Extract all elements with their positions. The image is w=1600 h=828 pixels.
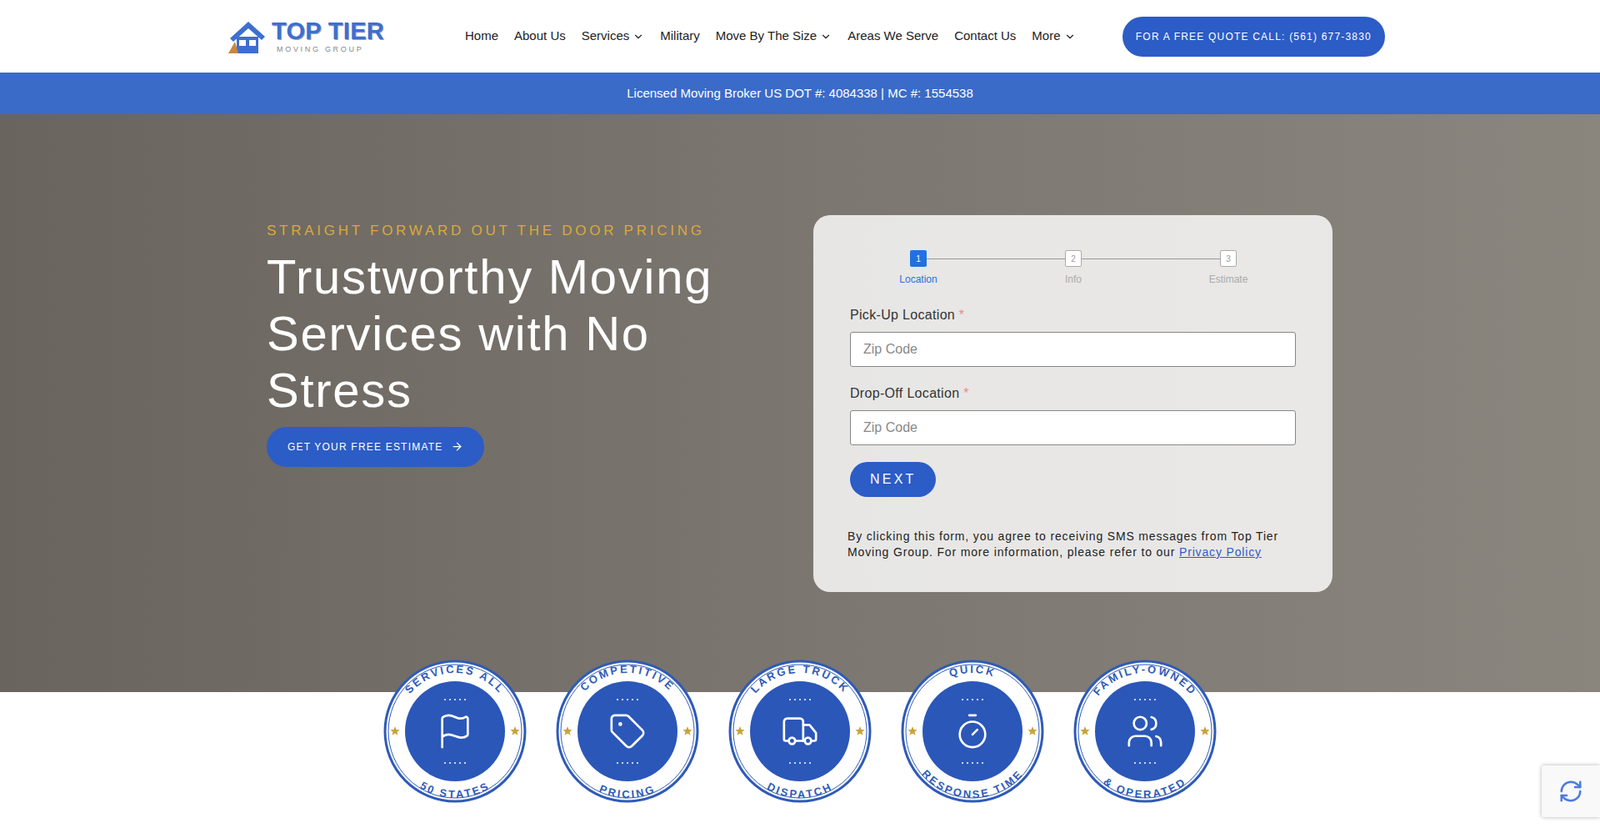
estimate-button[interactable]: GET YOUR FREE ESTIMATE bbox=[266, 426, 485, 467]
svg-text:SERVICES ALL: SERVICES ALL bbox=[402, 662, 508, 696]
logo-name: TOP TIER bbox=[271, 19, 385, 44]
hero-text: STRAIGHT FORWARD OUT THE DOOR PRICING Tru… bbox=[266, 215, 767, 467]
nav-item[interactable]: Home bbox=[465, 26, 499, 46]
nav-item[interactable]: More bbox=[1031, 26, 1075, 46]
form-steps: 1Location2Info3Estimate bbox=[840, 250, 1306, 287]
nav-item[interactable]: Contact Us bbox=[954, 26, 1016, 46]
badge-ring-icon: LARGE TRUCK DISPATCH bbox=[727, 658, 873, 804]
svg-text:COMPETITIVE: COMPETITIVE bbox=[577, 662, 678, 694]
badge-icon bbox=[1125, 711, 1165, 750]
badge-ring-icon: FAMILY-OWNED & OPERATED bbox=[1072, 658, 1218, 804]
hero: STRAIGHT FORWARD OUT THE DOOR PRICING Tru… bbox=[0, 114, 1600, 692]
star-icon bbox=[682, 725, 692, 735]
badge-icon bbox=[953, 711, 992, 750]
form-step: 2Info bbox=[995, 250, 1151, 287]
chevron-down-icon bbox=[820, 30, 832, 43]
main-nav: Home About Us Services Military Move By The … bbox=[465, 26, 1076, 46]
svg-text:RESPONSE TIME: RESPONSE TIME bbox=[919, 766, 1025, 800]
nav-item[interactable]: Move By The Size bbox=[715, 26, 832, 46]
feature-badge: SERVICES ALL 50 STATES bbox=[382, 658, 528, 804]
badge-ring-icon: QUICK RESPONSE TIME bbox=[900, 658, 1045, 804]
hero-heading: Trustworthy Moving Services with No Stre… bbox=[266, 248, 734, 419]
form-field: Drop-Off Location * bbox=[850, 383, 1296, 445]
svg-text:FAMILY-OWNED: FAMILY-OWNED bbox=[1090, 662, 1200, 698]
logo[interactable]: TOP TIERMOVING GROUP bbox=[226, 16, 400, 57]
star-icon bbox=[562, 725, 572, 735]
nav-item[interactable]: Areas We Serve bbox=[847, 26, 939, 46]
chevron-down-icon bbox=[632, 30, 645, 43]
arrow-right-icon bbox=[450, 440, 464, 453]
license-bar: Licensed Moving Broker US DOT #: 4084338… bbox=[0, 72, 1600, 115]
zip-input[interactable] bbox=[850, 410, 1296, 445]
quote-form: 1Location2Info3Estimate Pick-Up Location … bbox=[813, 215, 1333, 592]
feature-badge: COMPETITIVE PRICING bbox=[555, 658, 700, 804]
field-label: Pick-Up Location * bbox=[850, 305, 1296, 325]
zip-input[interactable] bbox=[850, 331, 1296, 367]
star-icon bbox=[1080, 725, 1090, 735]
feature-badges: SERVICES ALL 50 STATES COMPETITIVE PRICING L… bbox=[0, 658, 1600, 827]
next-button[interactable]: NEXT bbox=[850, 461, 936, 497]
star-icon bbox=[1027, 725, 1037, 735]
nav-item[interactable]: Military bbox=[660, 26, 700, 46]
svg-text:& OPERATED: & OPERATED bbox=[1101, 774, 1190, 800]
quote-call-button[interactable]: FOR A FREE QUOTE CALL: (561) 677-3830 bbox=[1122, 16, 1385, 57]
star-icon bbox=[1200, 725, 1210, 735]
badge-ring-icon: SERVICES ALL 50 STATES bbox=[382, 658, 528, 804]
sms-disclaimer: By clicking this form, you agree to rece… bbox=[847, 528, 1296, 560]
svg-text:LARGE TRUCK: LARGE TRUCK bbox=[748, 662, 853, 695]
star-icon bbox=[510, 725, 520, 735]
badge-icon bbox=[608, 711, 647, 750]
form-step: 3Estimate bbox=[1150, 250, 1306, 287]
badge-ring-icon: COMPETITIVE PRICING bbox=[555, 658, 700, 804]
feature-badge: QUICK RESPONSE TIME bbox=[900, 658, 1045, 804]
feature-badge: FAMILY-OWNED & OPERATED bbox=[1072, 658, 1218, 804]
badge-icon bbox=[435, 711, 475, 750]
star-icon bbox=[907, 725, 917, 735]
nav-item[interactable]: Services bbox=[581, 26, 645, 46]
site-header: TOP TIERMOVING GROUP Home About Us Services… bbox=[0, 0, 1600, 73]
star-icon bbox=[735, 725, 745, 735]
field-label: Drop-Off Location * bbox=[850, 383, 1296, 404]
hero-tagline: STRAIGHT FORWARD OUT THE DOOR PRICING bbox=[266, 220, 767, 242]
recaptcha-badge[interactable] bbox=[1541, 765, 1600, 817]
star-icon bbox=[390, 725, 400, 735]
form-field: Pick-Up Location * bbox=[850, 305, 1296, 367]
svg-text:50 STATES: 50 STATES bbox=[418, 778, 492, 800]
svg-text:PRICING: PRICING bbox=[597, 781, 658, 800]
logo-subtitle: MOVING GROUP bbox=[271, 45, 385, 54]
badge-icon bbox=[780, 711, 820, 750]
star-icon bbox=[855, 725, 865, 735]
house-logo-icon bbox=[226, 16, 269, 57]
privacy-policy-link[interactable]: Privacy Policy bbox=[1179, 545, 1262, 559]
nav-item[interactable]: About Us bbox=[514, 26, 566, 46]
form-step: 1Location bbox=[840, 250, 996, 287]
feature-badge: LARGE TRUCK DISPATCH bbox=[727, 658, 873, 804]
svg-text:QUICK: QUICK bbox=[947, 662, 998, 680]
svg-text:DISPATCH: DISPATCH bbox=[765, 779, 835, 800]
page: TOP TIERMOVING GROUP Home About Us Services… bbox=[0, 0, 1600, 827]
recaptcha-icon bbox=[1558, 778, 1584, 804]
chevron-down-icon bbox=[1064, 30, 1076, 43]
